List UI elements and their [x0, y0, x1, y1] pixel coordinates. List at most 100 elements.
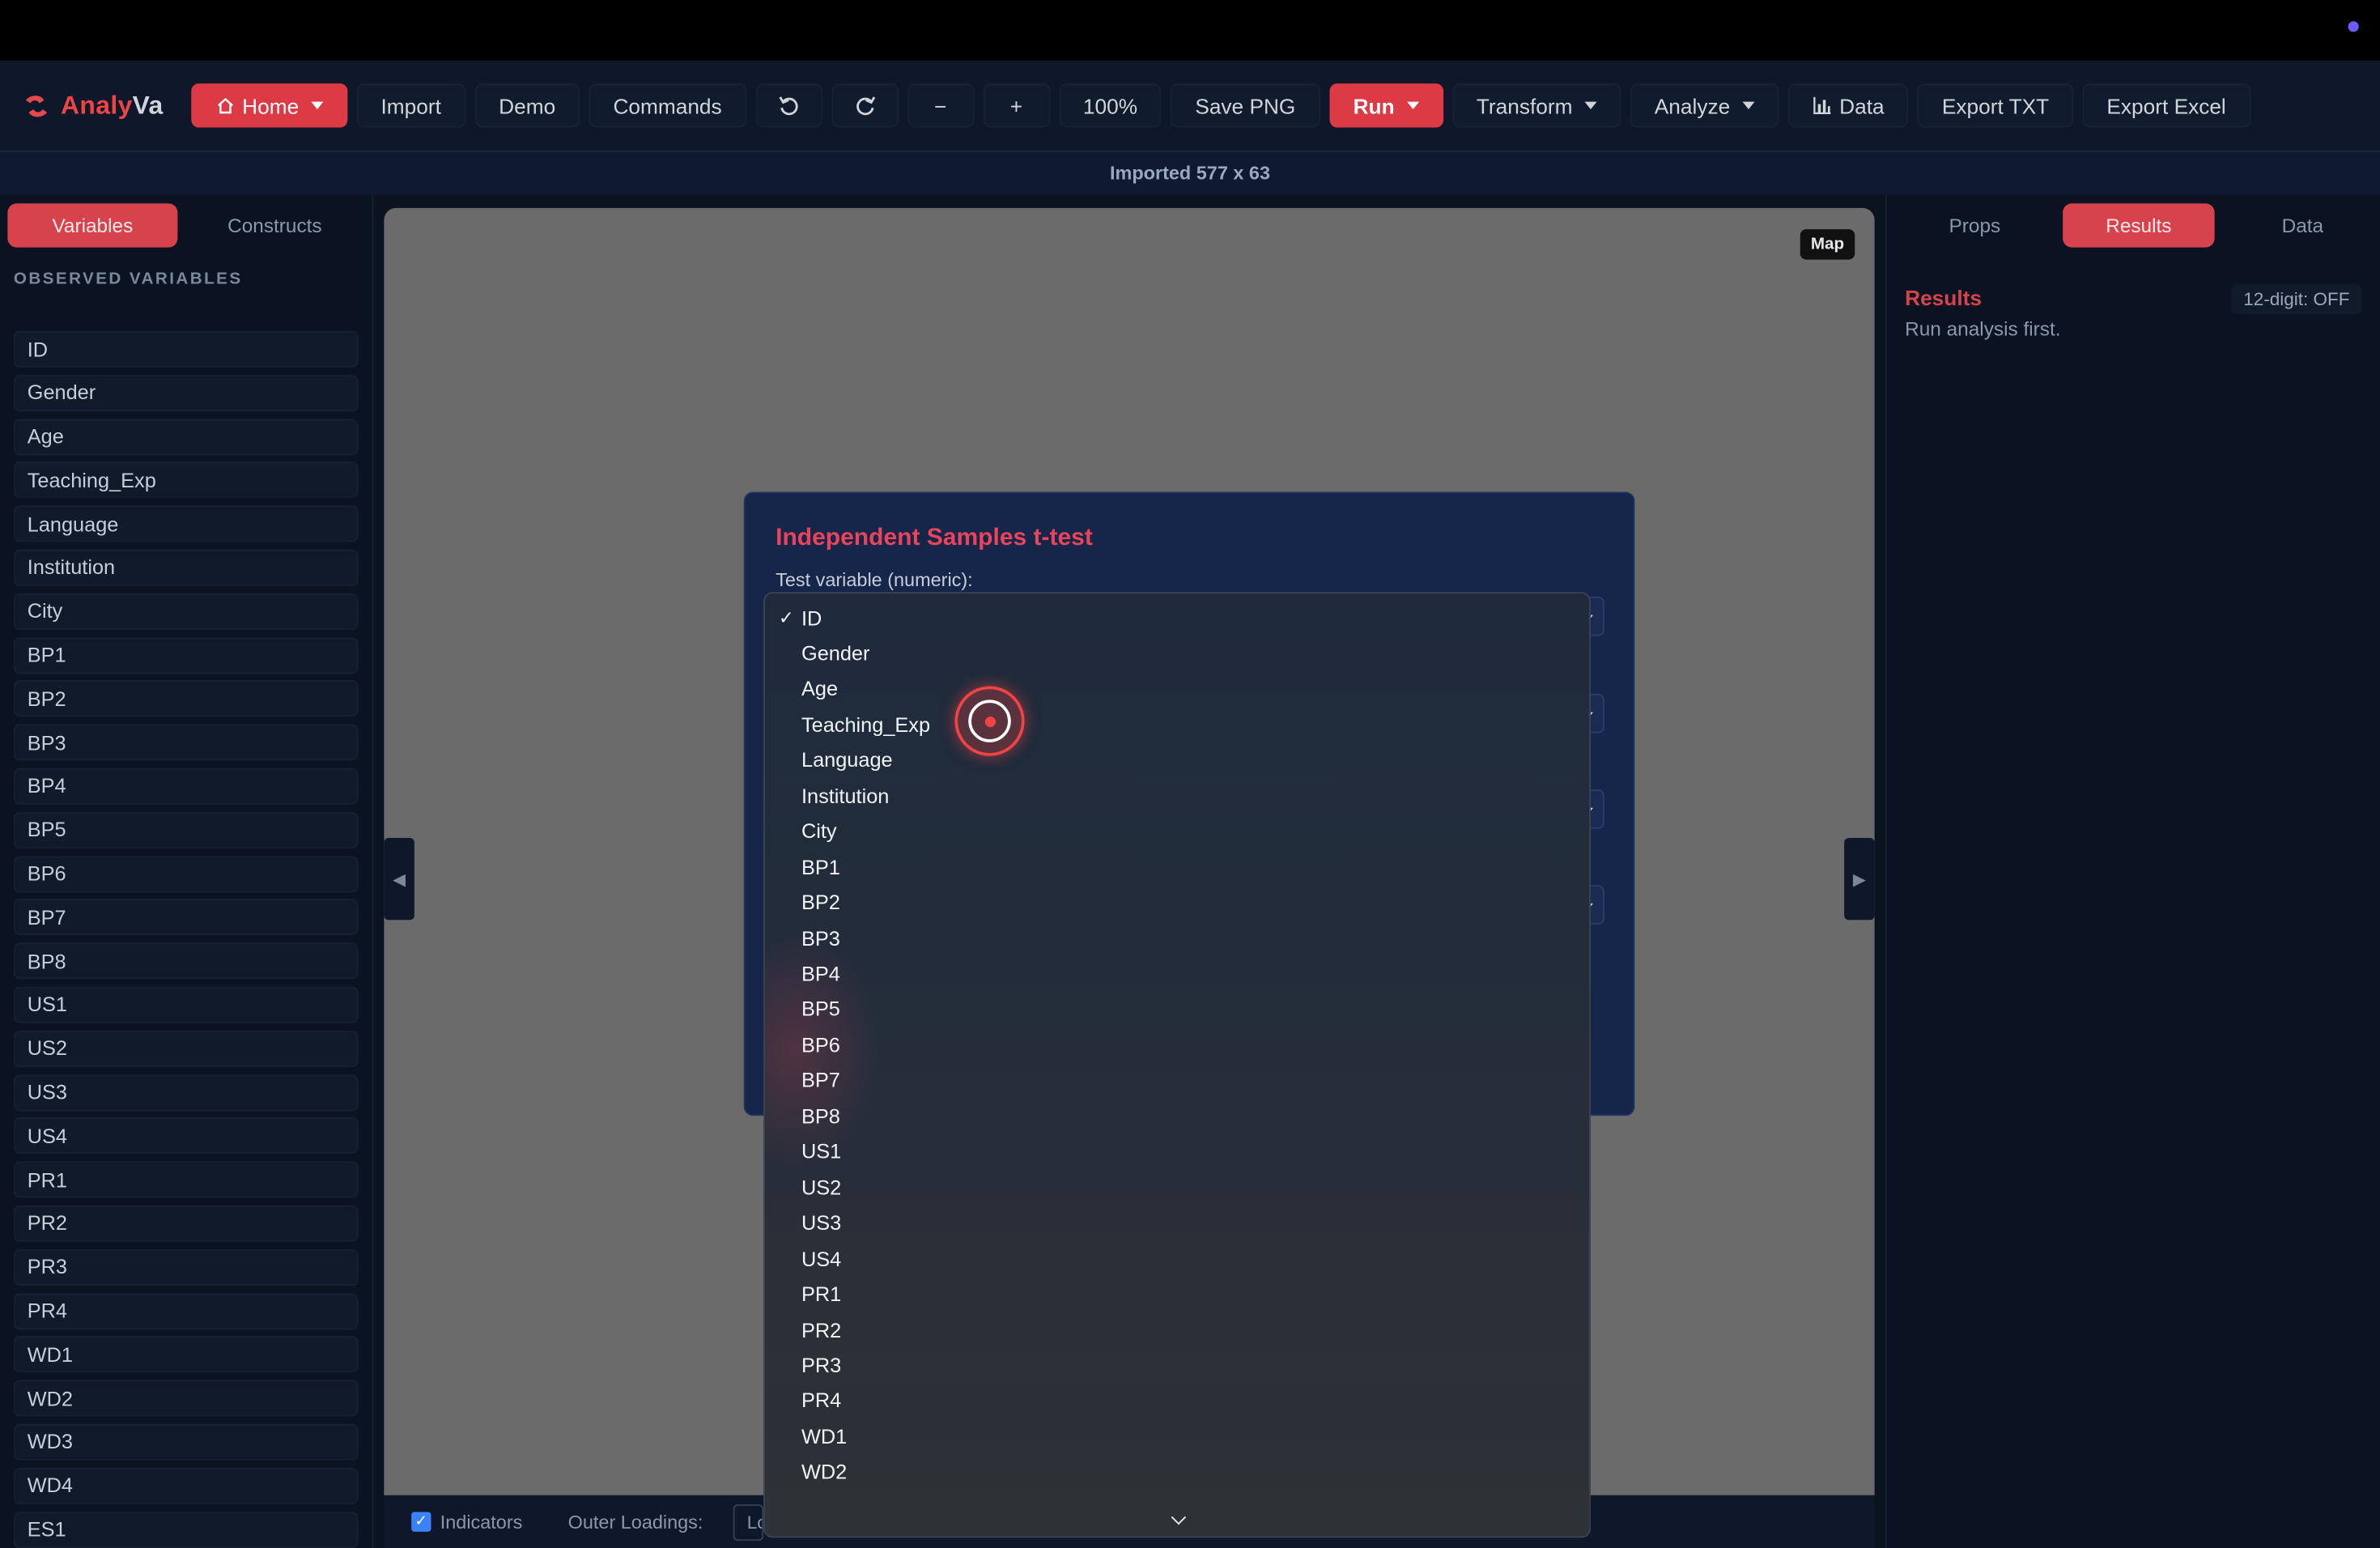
variable-item[interactable]: BP2 [13, 680, 359, 717]
dropdown-option[interactable]: US1 [801, 1135, 841, 1168]
dropdown-option[interactable]: PR3 [801, 1349, 841, 1382]
dropdown-option-label: PR2 [801, 1318, 842, 1342]
dropdown-option[interactable]: BP3 [801, 921, 840, 955]
redo-button[interactable] [831, 83, 899, 128]
dropdown-option[interactable]: PR1 [801, 1278, 841, 1311]
dropdown-option-label: WD2 [801, 1461, 848, 1484]
section-title: OBSERVED VARIABLES [13, 270, 243, 289]
indicators-checkbox[interactable]: ✓ [411, 1512, 431, 1532]
collapse-left-panel-handle[interactable]: ◀ [384, 838, 414, 921]
run-menu-button[interactable]: Run [1328, 83, 1443, 128]
collapse-right-panel-handle[interactable]: ▶ [1844, 838, 1875, 921]
dropdown-option[interactable]: BP7 [801, 1064, 840, 1097]
dropdown-option[interactable]: Teaching_Exp [801, 708, 930, 741]
dropdown-option[interactable]: BP1 [801, 850, 840, 883]
variable-item[interactable]: Language [13, 505, 359, 542]
variable-item[interactable]: ID [13, 330, 359, 368]
dropdown-option-label: ID [801, 606, 822, 630]
dropdown-option[interactable]: US2 [801, 1171, 841, 1204]
dropdown-option[interactable]: City [801, 814, 837, 848]
save-png-button[interactable]: Save PNG [1171, 83, 1320, 128]
variable-item[interactable]: WD2 [13, 1380, 359, 1417]
redo-icon [856, 96, 875, 115]
variable-item[interactable]: BP5 [13, 811, 359, 848]
dropdown-option[interactable]: PR4 [801, 1384, 841, 1418]
outer-loadings-select[interactable]: Lo [733, 1503, 764, 1541]
variable-item[interactable]: Gender [13, 374, 359, 411]
map-toggle-button[interactable]: Map [1800, 229, 1855, 260]
variable-item[interactable]: US1 [13, 986, 359, 1023]
dropdown-option[interactable]: US4 [801, 1242, 841, 1275]
dropdown-option-label: PR3 [801, 1354, 842, 1377]
indicators-label: Indicators [440, 1511, 523, 1533]
variable-item[interactable]: Institution [13, 549, 359, 586]
variable-item[interactable]: BP3 [13, 724, 359, 761]
zoom-in-button[interactable]: + [983, 83, 1050, 128]
tab-data[interactable]: Data [2227, 203, 2379, 247]
variable-item[interactable]: PR4 [13, 1292, 359, 1329]
variable-item[interactable]: WD1 [13, 1336, 359, 1373]
variable-item[interactable]: US2 [13, 1030, 359, 1067]
dropdown-option[interactable]: BP2 [801, 886, 840, 919]
dropdown-option[interactable]: ✓ ID [779, 602, 822, 635]
variable-item[interactable]: ES1 [13, 1511, 359, 1548]
results-title: Results [1905, 285, 1982, 310]
variable-item[interactable]: BP7 [13, 899, 359, 936]
variable-item[interactable]: BP1 [13, 636, 359, 674]
dropdown-scroll-down[interactable] [765, 1503, 1590, 1537]
dialog-title: Independent Samples t-test [776, 525, 1093, 551]
variable-item[interactable]: BP8 [13, 942, 359, 980]
export-txt-button[interactable]: Export TXT [1917, 83, 2074, 128]
dropdown-option[interactable]: WD1 [801, 1420, 847, 1453]
dropdown-option[interactable]: Age [801, 672, 838, 705]
app-name: AnalyVa [61, 90, 164, 120]
variable-item[interactable]: WD4 [13, 1467, 359, 1504]
undo-button[interactable] [754, 83, 822, 128]
variable-item[interactable]: Age [13, 418, 359, 455]
dropdown-option[interactable]: Gender [801, 636, 869, 670]
dropdown-option[interactable]: US3 [801, 1206, 841, 1240]
dropdown-option-label: Age [801, 677, 839, 701]
variable-item[interactable]: BP4 [13, 768, 359, 805]
variable-item[interactable]: City [13, 593, 359, 630]
dropdown-option[interactable]: BP4 [801, 957, 840, 990]
home-menu-button[interactable]: Home [190, 83, 348, 128]
dropdown-option-label: City [801, 819, 837, 843]
dropdown-option[interactable]: BP5 [801, 993, 840, 1026]
transform-menu-button[interactable]: Transform [1451, 83, 1621, 128]
dropdown-option-label: BP7 [801, 1069, 840, 1092]
dropdown-option-label: US4 [801, 1247, 842, 1270]
variable-item[interactable]: Teaching_Exp [13, 461, 359, 499]
dropdown-option-label: BP1 [801, 855, 840, 878]
tab-results[interactable]: Results [2063, 203, 2215, 248]
dropdown-option[interactable]: Institution [801, 779, 889, 812]
dropdown-option[interactable]: Language [801, 743, 893, 776]
variable-item[interactable]: WD3 [13, 1423, 359, 1461]
tab-constructs[interactable]: Constructs [189, 203, 359, 247]
variable-item[interactable]: BP6 [13, 855, 359, 892]
dropdown-option[interactable]: WD2 [801, 1456, 847, 1489]
data-button[interactable]: Data [1787, 83, 1909, 128]
dropdown-option-label: PR4 [801, 1389, 842, 1413]
variable-item[interactable]: PR1 [13, 1161, 359, 1198]
variable-item[interactable]: US4 [13, 1117, 359, 1155]
tab-variables[interactable]: Variables [7, 203, 178, 248]
digit-precision-toggle[interactable]: 12-digit: OFF [2231, 283, 2362, 315]
dropdown-option[interactable]: PR2 [801, 1313, 841, 1346]
import-button[interactable]: Import [356, 83, 465, 128]
analyze-menu-button[interactable]: Analyze [1630, 83, 1779, 128]
app-root: AnalyVa Home Import Demo Commands − + 10… [0, 0, 2380, 1548]
dropdown-option-label: BP3 [801, 926, 840, 950]
zoom-level-display[interactable]: 100% [1058, 83, 1162, 128]
commands-button[interactable]: Commands [589, 83, 746, 128]
test-variable-dropdown[interactable]: ✓ ID Gender Age Teaching_Exp Language Institut… [763, 592, 1591, 1538]
export-excel-button[interactable]: Export Excel [2082, 83, 2250, 128]
variable-item[interactable]: US3 [13, 1074, 359, 1111]
tab-props[interactable]: Props [1899, 203, 2051, 247]
variable-item[interactable]: PR2 [13, 1205, 359, 1242]
zoom-out-button[interactable]: − [907, 83, 974, 128]
dropdown-option[interactable]: BP8 [801, 1099, 840, 1133]
dropdown-option[interactable]: BP6 [801, 1028, 840, 1061]
demo-button[interactable]: Demo [474, 83, 580, 128]
variable-item[interactable]: PR3 [13, 1248, 359, 1286]
